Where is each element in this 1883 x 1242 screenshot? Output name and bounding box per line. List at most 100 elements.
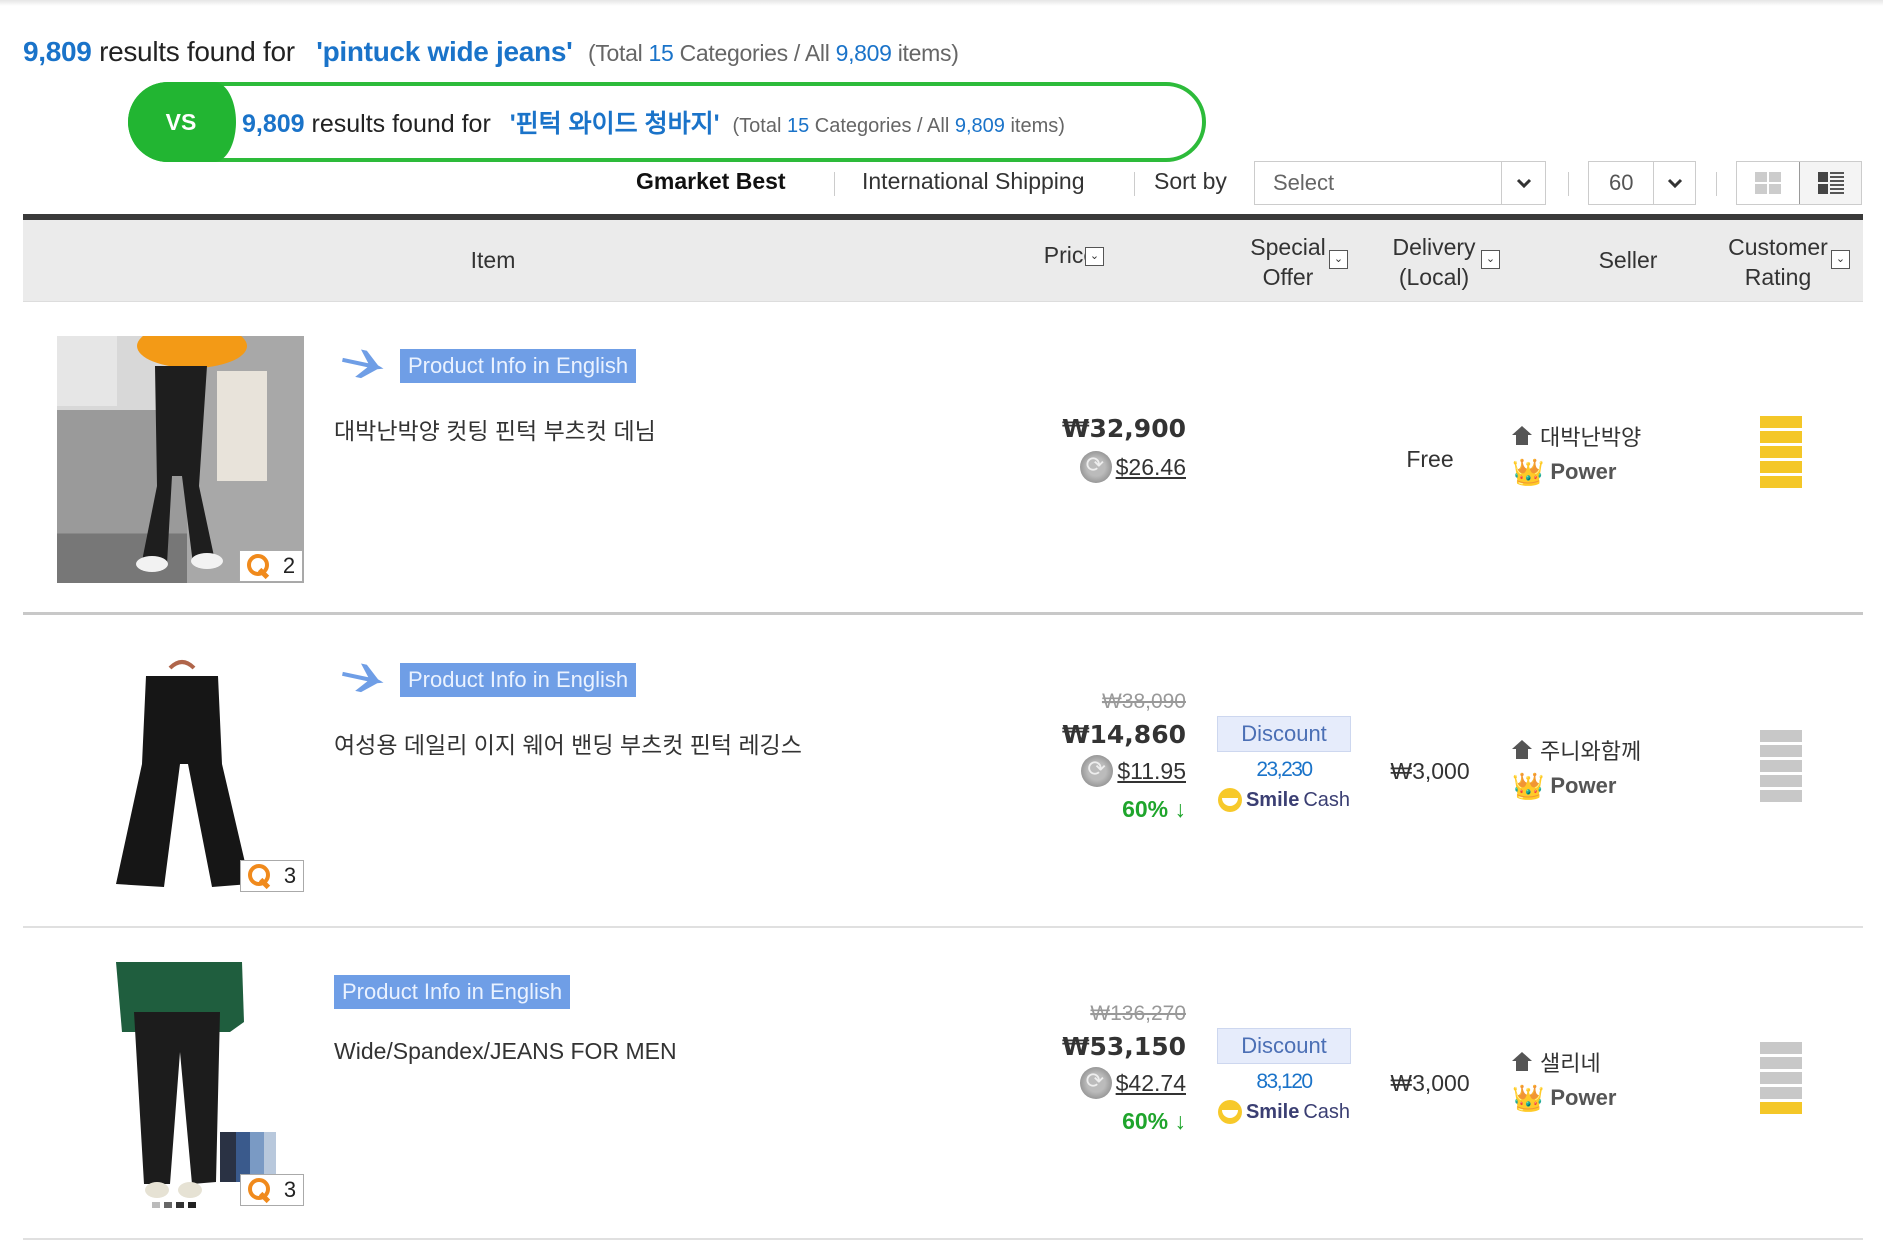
smilecash-bold: Smile [1245,1100,1300,1123]
price-cell: ₩32,900 $26.46 [1016,414,1186,488]
smilecash-logo: Smile Cash [1217,788,1350,812]
smilecash-bold: Smile [1245,788,1300,811]
sort-delivery-icon[interactable]: ⌄ [1481,250,1500,269]
view-toggle [1736,161,1862,205]
sort-rating-icon[interactable]: ⌄ [1831,250,1850,269]
product-title[interactable]: 대박난박양 컷팅 핀턱 부츠컷 데님 [334,412,656,446]
sort-select[interactable]: Select [1254,161,1546,205]
item-count[interactable]: 9,809 [836,40,892,66]
column-header-delivery[interactable]: Delivery (Local) [1369,232,1499,292]
product-info-english-link[interactable]: Product Info in English [334,975,571,1009]
rating-segment [1760,446,1802,458]
usd-price[interactable]: $26.46 [1116,454,1186,481]
row-divider [23,926,1863,928]
original-price: ₩38,090 [1101,690,1186,713]
rating-line1: Customer [1728,234,1828,260]
smile-face-icon [1217,788,1242,812]
per-page-select[interactable]: 60 [1588,161,1696,205]
meta-mid: Categories / All [679,40,830,66]
toolbar-divider [1568,172,1569,196]
gmarket-best-link[interactable]: Gmarket Best [636,168,786,195]
rating-segment [1760,790,1802,802]
discount-value: 83,120 [1256,1070,1313,1093]
rating-segment [1760,1102,1802,1114]
seller-grade: Power [1550,1085,1617,1110]
rating-segment [1760,1072,1802,1084]
seller-name[interactable]: 대박난박양 [1540,420,1641,452]
discount-percent: 60% ↓ [1122,796,1186,822]
discount-badge[interactable]: Discount [1217,1028,1351,1064]
chevron-down-icon[interactable] [1653,162,1695,204]
product-info-english-link[interactable]: Product Info in English [400,349,637,383]
special-offer-cell: Discount 23,230 Smile Cash [1216,716,1352,817]
product-title[interactable]: Wide/Spandex/JEANS FOR MEN [334,1038,677,1065]
sort-special-offer-icon[interactable]: ⌄ [1329,250,1348,269]
image-count: 3 [283,863,297,888]
shop-home-icon [1512,740,1532,760]
list-view-button[interactable] [1799,162,1861,204]
image-zoom-badge[interactable]: 2 [239,550,303,582]
delivery-fee: ₩3,000 [1390,1070,1470,1096]
product-image[interactable]: 2 [57,336,304,583]
currency-convert-icon [1079,1067,1112,1099]
vs-meta-prefix: (Total [732,115,782,137]
product-info-english-link[interactable]: Product Info in English [400,663,637,697]
top-shadow [0,0,1883,6]
image-zoom-badge[interactable]: 3 [240,860,304,892]
special-offer-cell: Discount 83,120 Smile Cash [1216,1028,1352,1129]
results-text: results found for [99,36,295,67]
product-photo-jeans [57,336,304,583]
rating-segment [1760,431,1802,443]
meta-suffix: items) [897,40,959,66]
vs-item-count[interactable]: 9,809 [955,115,1005,137]
row-divider [23,1238,1863,1240]
chevron-down-icon[interactable] [1501,162,1545,204]
per-page-value: 60 [1609,170,1634,195]
rating-segment [1760,745,1802,757]
vs-badge: VS [128,82,236,162]
magnifier-icon [247,1178,270,1202]
product-photo-men-jeans [116,962,276,1208]
seller-grade: Power [1550,459,1617,484]
grid-view-button[interactable] [1737,162,1799,204]
sort-by-label: Sort by [1154,168,1227,194]
discount-badge[interactable]: Discount [1217,716,1351,752]
vs-category-count[interactable]: 15 [787,115,809,137]
usd-price[interactable]: $11.95 [1117,758,1186,785]
sort-price-icon[interactable]: ⌄ [1085,247,1104,266]
image-zoom-badge[interactable]: 3 [240,1174,304,1206]
rating-segment [1760,1057,1802,1069]
product-image[interactable]: 3 [100,654,304,898]
currency-convert-icon [1081,755,1114,787]
original-price: ₩136,270 [1090,1002,1186,1025]
sale-price: ₩53,150 [1061,1032,1186,1061]
seller-name[interactable]: 주니와함께 [1540,734,1641,766]
vs-results-text: results found for [311,110,491,138]
rating-segment [1760,1087,1802,1099]
seller-name[interactable]: 샐리네 [1540,1046,1601,1078]
row-divider [23,612,1863,615]
shop-home-icon [1512,1052,1532,1072]
rating-segment [1760,730,1802,742]
rating-segment [1760,760,1802,772]
shop-home-icon [1512,426,1532,446]
smile-face-icon [1217,1100,1242,1124]
delivery-line2: (Local) [1398,264,1470,290]
category-count[interactable]: 15 [649,40,674,66]
product-image[interactable]: 3 [112,962,304,1210]
price-cell: ₩38,090 ₩14,860 $11.95 60% ↓ [1016,690,1186,823]
seller-grade: Power [1550,773,1617,798]
usd-price[interactable]: $42.74 [1116,1070,1186,1097]
toolbar-divider [834,172,835,196]
rating-segment [1760,461,1802,473]
seller-cell: 주니와함께 👑 Power [1512,734,1641,800]
currency-convert-icon [1079,451,1112,483]
international-shipping-link[interactable]: International Shipping [862,168,1085,195]
crown-icon: 👑 [1512,771,1545,801]
column-header-customer-rating[interactable]: Customer Rating [1713,232,1843,292]
rating-segment [1760,476,1802,488]
vs-search-keyword: '핀턱 와이드 청바지' [509,110,720,138]
smilecash-logo: Smile Cash [1217,1100,1350,1124]
toolbar-divider [1716,172,1717,196]
product-title[interactable]: 여성용 데일리 이지 웨어 밴딩 부츠컷 핀턱 레깅스 [334,726,802,760]
